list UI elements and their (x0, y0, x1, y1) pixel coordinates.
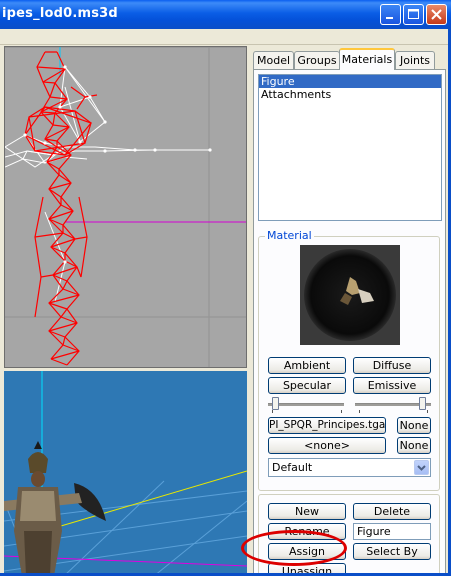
chevron-down-icon[interactable] (414, 460, 429, 475)
annotation-ellipse (241, 530, 347, 566)
tab-joints[interactable]: Joints (395, 51, 435, 69)
material-name-field[interactable]: Figure (353, 523, 431, 540)
material-group-label: Material (265, 229, 314, 242)
transparency-slider-thumb[interactable] (419, 397, 426, 410)
slider-tick (359, 410, 360, 413)
select-by-button[interactable]: Select By (353, 543, 431, 560)
sphere-preview-icon (304, 249, 396, 341)
wireframe-model (5, 47, 246, 367)
material-preview (300, 245, 400, 345)
menu-bar (0, 29, 451, 45)
3d-scene (4, 371, 247, 576)
shininess-slider-thumb[interactable] (272, 397, 279, 410)
tab-materials[interactable]: Materials (339, 48, 395, 70)
alphamap-button[interactable]: <none> (268, 437, 386, 454)
slider-tick (427, 410, 428, 413)
delete-button[interactable]: Delete (353, 503, 431, 520)
side-panel: Model Groups Materials Joints Figure Att… (251, 46, 448, 576)
app-window: ipes_lod0.ms3d Model Groups Materials Jo… (0, 0, 451, 576)
list-item-attachments[interactable]: Attachments (259, 88, 441, 101)
materials-list[interactable]: Figure Attachments (258, 74, 442, 221)
mode-select[interactable]: Default (268, 458, 431, 477)
new-button[interactable]: New (268, 503, 346, 520)
texture-button[interactable]: PI_SPQR_Principes.tga (268, 417, 386, 434)
material-group: Material Ambient Diffuse Specular Emissi… (258, 229, 440, 491)
slider-tick (272, 410, 273, 413)
texture-none-button[interactable]: None (397, 417, 431, 434)
specular-button[interactable]: Specular (268, 377, 346, 394)
slider-tick (341, 410, 342, 413)
window-title: ipes_lod0.ms3d (2, 6, 118, 21)
shininess-slider[interactable] (268, 403, 344, 406)
materials-page: Figure Attachments Material Ambient Diff… (253, 69, 446, 576)
close-icon[interactable] (426, 4, 447, 25)
tab-strip: Model Groups Materials Joints (251, 48, 448, 70)
title-bar: ipes_lod0.ms3d (0, 0, 451, 29)
minimize-icon[interactable] (380, 4, 401, 25)
list-item-figure[interactable]: Figure (259, 75, 441, 88)
mode-select-value: Default (272, 461, 313, 474)
ambient-button[interactable]: Ambient (268, 357, 346, 374)
tab-groups[interactable]: Groups (294, 51, 340, 69)
viewport-front[interactable] (4, 46, 247, 368)
viewport-3d[interactable] (4, 371, 247, 576)
diffuse-button[interactable]: Diffuse (353, 357, 431, 374)
tab-model[interactable]: Model (253, 51, 294, 69)
alphamap-none-button[interactable]: None (397, 437, 431, 454)
emissive-button[interactable]: Emissive (353, 377, 431, 394)
maximize-icon[interactable] (403, 4, 424, 25)
